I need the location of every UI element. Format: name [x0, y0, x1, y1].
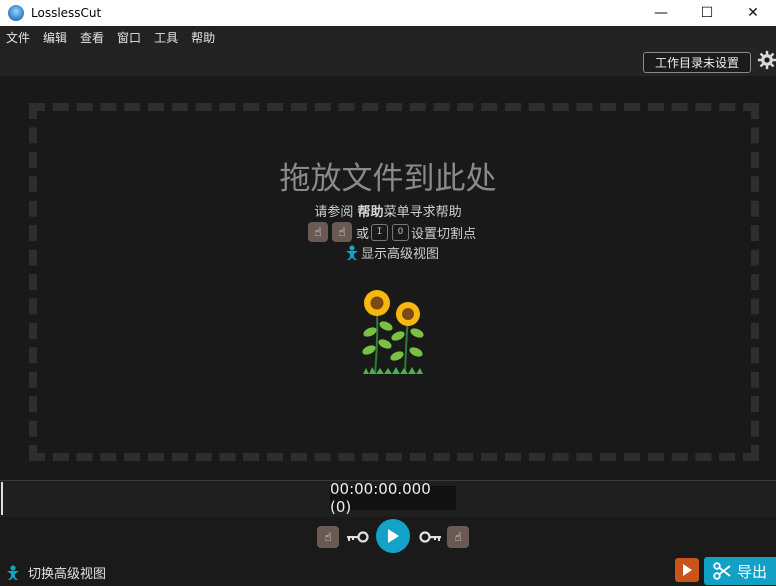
close-button[interactable]: ✕ [730, 0, 776, 26]
cutpoint-hint: ☝ ☝ 或 I O 设置切割点 [308, 222, 476, 242]
cutpoint-text: 设置切割点 [411, 226, 477, 242]
export-label: 导出 [736, 562, 767, 581]
set-cut-end-icon[interactable]: ☝ [332, 222, 352, 242]
playhead[interactable] [1, 482, 3, 515]
set-cut-start-icon[interactable]: ☝ [308, 222, 328, 242]
show-advanced-label: 显示高级视图 [361, 247, 440, 262]
play-icon [683, 564, 692, 576]
menu-window[interactable]: 窗口 [117, 29, 141, 46]
menu-help[interactable]: 帮助 [191, 29, 215, 46]
menu-view[interactable]: 查看 [80, 29, 104, 46]
set-cut-start-button[interactable]: ☝ [317, 526, 339, 548]
app-logo-icon [8, 5, 24, 21]
top-toolbar: 工作目录未设置 [0, 48, 776, 76]
sunflower-icon [362, 290, 424, 375]
key-i: I [371, 223, 389, 241]
timecode-display[interactable]: 00:00:00.000 (0) [330, 480, 456, 516]
toggle-advanced-label: 切换高级视图 [28, 567, 107, 582]
help-hint: 请参阅 帮助菜单寻求帮助 [0, 201, 776, 220]
menu-edit[interactable]: 编辑 [43, 29, 67, 46]
menu-tools[interactable]: 工具 [154, 29, 178, 46]
drop-title: 拖放文件到此处 [279, 161, 497, 197]
working-directory-button[interactable]: 工作目录未设置 [643, 52, 751, 73]
maximize-button[interactable]: ☐ [684, 0, 730, 26]
play-icon [388, 529, 399, 543]
help-suffix: 菜单寻求帮助 [383, 205, 462, 220]
help-prefix: 请参阅 [314, 205, 358, 220]
jump-next-keyframe-icon[interactable] [419, 531, 443, 543]
scissors-icon [713, 562, 731, 580]
baby-icon [7, 564, 19, 580]
menu-file[interactable]: 文件 [6, 29, 30, 46]
preview-button[interactable] [675, 558, 699, 582]
window-title: LosslessCut [31, 6, 102, 20]
or-text: 或 [356, 226, 370, 242]
main-area [0, 76, 776, 480]
gear-icon[interactable] [757, 50, 776, 70]
drop-zone[interactable] [29, 103, 759, 461]
export-button[interactable]: 导出 [704, 557, 776, 585]
toggle-advanced-view[interactable]: 切换高级视图 [6, 563, 106, 582]
menu-bar: 文件 编辑 查看 窗口 工具 帮助 [0, 26, 776, 48]
minimize-button[interactable]: — [638, 0, 684, 26]
set-cut-end-button[interactable]: ☝ [447, 526, 469, 548]
window-controls: — ☐ ✕ [638, 0, 776, 26]
key-o: O [392, 223, 410, 241]
title-bar: LosslessCut — ☐ ✕ [0, 0, 776, 26]
play-button[interactable] [376, 519, 410, 553]
baby-icon [346, 244, 358, 260]
help-link[interactable]: 帮助 [358, 205, 384, 220]
jump-prev-keyframe-icon[interactable] [345, 531, 369, 543]
show-advanced-link[interactable]: 显示高级视图 [345, 243, 439, 262]
